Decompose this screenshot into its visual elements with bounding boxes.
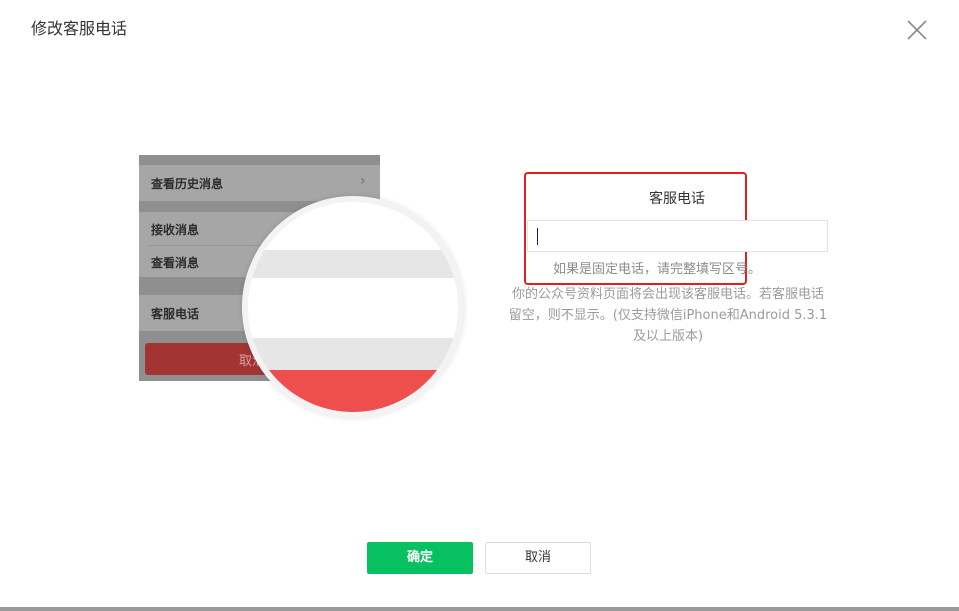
magnifier-circle xyxy=(242,196,464,418)
service-phone-input[interactable] xyxy=(527,220,828,252)
chevron-right-icon: › xyxy=(360,173,366,189)
confirm-button[interactable]: 确定 xyxy=(367,542,473,574)
close-icon[interactable] xyxy=(905,18,929,42)
text-caret xyxy=(537,228,538,245)
preview-row-label: 客服电话 xyxy=(151,307,200,321)
magnifier-danger-band xyxy=(248,370,458,412)
dialog-title: 修改客服电话 xyxy=(31,19,128,38)
preview-row-label: 查看历史消息 xyxy=(151,177,224,191)
magnifier-band xyxy=(248,338,458,370)
service-phone-label: 客服电话 xyxy=(649,191,705,207)
magnifier-band xyxy=(248,250,458,278)
preview-row-label: 查看消息 xyxy=(151,256,200,270)
service-phone-description: 你的公众号资料页面将会出现该客服电话。若客服电话留空，则不显示。(仅支持微信iP… xyxy=(508,287,828,344)
input-hint: 如果是固定电话，请完整填写区号。 xyxy=(553,262,762,277)
cancel-button[interactable]: 取消 xyxy=(485,542,591,574)
edit-service-phone-dialog: 修改客服电话 查看历史消息 › 接收消息 查看消息 客服电话 取消 客 xyxy=(0,0,959,611)
magnifier-band xyxy=(248,202,458,250)
preview-row-label: 接收消息 xyxy=(151,223,200,237)
magnifier-band xyxy=(248,278,458,338)
